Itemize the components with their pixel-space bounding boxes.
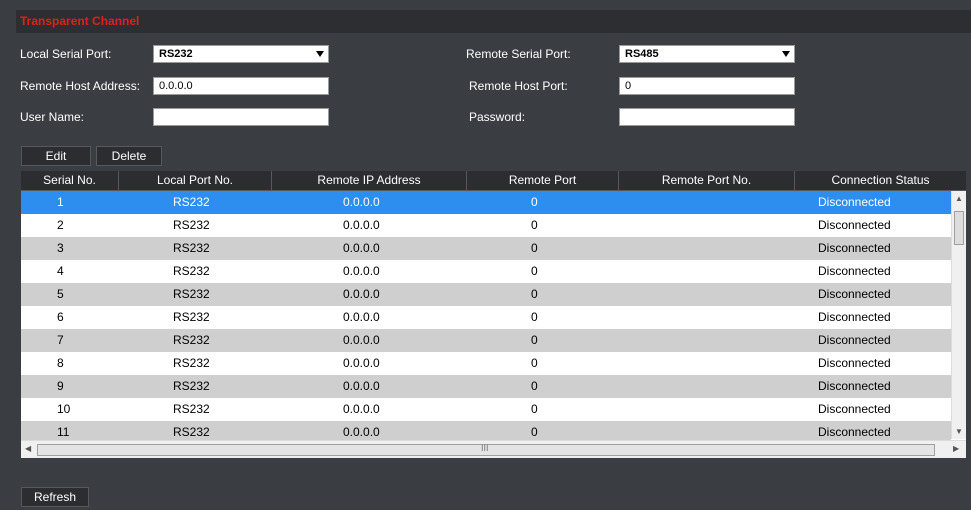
cell-remote-ip-address: 0.0.0.0	[343, 310, 380, 324]
user-name-label: User Name:	[20, 110, 85, 124]
refresh-button[interactable]: Refresh	[21, 487, 89, 507]
remote-host-address-input[interactable]: 0.0.0.0	[153, 77, 329, 95]
local-serial-port-value: RS232	[159, 48, 193, 60]
cell-remote-ip-address: 0.0.0.0	[343, 356, 380, 370]
remote-serial-port-label: Remote Serial Port:	[466, 47, 571, 61]
cell-remote-port: 0	[531, 195, 538, 209]
cell-local-port-no: RS232	[173, 287, 210, 301]
cell-connection-status: Disconnected	[818, 356, 891, 370]
cell-remote-ip-address: 0.0.0.0	[343, 333, 380, 347]
cell-serial-no: 9	[57, 379, 64, 393]
cell-connection-status: Disconnected	[818, 287, 891, 301]
vertical-scroll-thumb[interactable]	[954, 211, 964, 245]
cell-local-port-no: RS232	[173, 333, 210, 347]
scroll-up-icon[interactable]: ▲	[955, 194, 963, 203]
table-row[interactable]: 6 RS232 0.0.0.0 0 Disconnected	[21, 306, 951, 329]
table-row[interactable]: 4 RS232 0.0.0.0 0 Disconnected	[21, 260, 951, 283]
cell-local-port-no: RS232	[173, 195, 210, 209]
user-name-input[interactable]	[153, 108, 329, 126]
panel-title: Transparent Channel	[20, 14, 140, 28]
cell-remote-port: 0	[531, 379, 538, 393]
cell-remote-ip-address: 0.0.0.0	[343, 264, 380, 278]
cell-connection-status: Disconnected	[818, 241, 891, 255]
cell-connection-status: Disconnected	[818, 402, 891, 416]
scroll-left-icon[interactable]: ◀	[25, 444, 31, 453]
remote-host-port-input[interactable]: 0	[619, 77, 795, 95]
table-row[interactable]: 5 RS232 0.0.0.0 0 Disconnected	[21, 283, 951, 306]
cell-remote-port: 0	[531, 264, 538, 278]
cell-remote-ip-address: 0.0.0.0	[343, 241, 380, 255]
cell-serial-no: 6	[57, 310, 64, 324]
table-row[interactable]: 8 RS232 0.0.0.0 0 Disconnected	[21, 352, 951, 375]
vertical-scrollbar[interactable]: ▲ ▼	[951, 191, 966, 439]
cell-local-port-no: RS232	[173, 218, 210, 232]
cell-connection-status: Disconnected	[818, 379, 891, 393]
cell-local-port-no: RS232	[173, 379, 210, 393]
cell-remote-ip-address: 0.0.0.0	[343, 287, 380, 301]
panel-titlebar: Transparent Channel	[16, 10, 971, 33]
chevron-down-icon	[782, 51, 790, 57]
column-header-remote-port[interactable]: Remote Port	[467, 171, 619, 190]
table-row[interactable]: 7 RS232 0.0.0.0 0 Disconnected	[21, 329, 951, 352]
delete-button[interactable]: Delete	[96, 146, 162, 166]
cell-serial-no: 4	[57, 264, 64, 278]
cell-serial-no: 1	[57, 195, 64, 209]
horizontal-scrollbar[interactable]: ◀ III ▶	[21, 440, 966, 458]
local-serial-port-label: Local Serial Port:	[20, 47, 112, 61]
cell-local-port-no: RS232	[173, 241, 210, 255]
cell-serial-no: 2	[57, 218, 64, 232]
cell-remote-port: 0	[531, 356, 538, 370]
cell-remote-ip-address: 0.0.0.0	[343, 195, 380, 209]
scroll-right-icon[interactable]: ▶	[953, 444, 959, 453]
chevron-down-icon	[316, 51, 324, 57]
cell-connection-status: Disconnected	[818, 218, 891, 232]
cell-serial-no: 7	[57, 333, 64, 347]
table-row[interactable]: 3 RS232 0.0.0.0 0 Disconnected	[21, 237, 951, 260]
password-label: Password:	[469, 110, 526, 124]
column-header-serial-no[interactable]: Serial No.	[21, 171, 119, 190]
cell-remote-ip-address: 0.0.0.0	[343, 402, 380, 416]
table-row[interactable]: 10 RS232 0.0.0.0 0 Disconnected	[21, 398, 951, 421]
table-row[interactable]: 9 RS232 0.0.0.0 0 Disconnected	[21, 375, 951, 398]
cell-connection-status: Disconnected	[818, 310, 891, 324]
cell-remote-port: 0	[531, 402, 538, 416]
cell-connection-status: Disconnected	[818, 264, 891, 278]
remote-serial-port-value: RS485	[625, 48, 659, 60]
cell-remote-port: 0	[531, 218, 538, 232]
cell-remote-port: 0	[531, 287, 538, 301]
table-body: 1 RS232 0.0.0.0 0 Disconnected 2 RS232 0.0.0.0 0…	[21, 191, 951, 444]
cell-serial-no: 5	[57, 287, 64, 301]
table-header: Serial No. Local Port No. Remote IP Addr…	[21, 171, 966, 191]
edit-button[interactable]: Edit	[21, 146, 91, 166]
cell-connection-status: Disconnected	[818, 333, 891, 347]
remote-host-port-label: Remote Host Port:	[469, 79, 568, 93]
table-row[interactable]: 1 RS232 0.0.0.0 0 Disconnected	[21, 191, 951, 214]
cell-serial-no: 8	[57, 356, 64, 370]
cell-serial-no: 3	[57, 241, 64, 255]
scroll-down-icon[interactable]: ▼	[955, 427, 963, 436]
cell-local-port-no: RS232	[173, 310, 210, 324]
cell-connection-status: Disconnected	[818, 195, 891, 209]
horizontal-scroll-thumb[interactable]: III	[37, 443, 935, 456]
cell-remote-port: 0	[531, 241, 538, 255]
cell-local-port-no: RS232	[173, 356, 210, 370]
remote-serial-port-select[interactable]: RS485	[619, 45, 795, 63]
column-header-local-port-no[interactable]: Local Port No.	[119, 171, 272, 190]
cell-remote-ip-address: 0.0.0.0	[343, 379, 380, 393]
password-input[interactable]	[619, 108, 795, 126]
transparent-channel-table: Serial No. Local Port No. Remote IP Addr…	[21, 171, 966, 458]
column-header-connection-status[interactable]: Connection Status	[795, 171, 966, 190]
table-row[interactable]: 2 RS232 0.0.0.0 0 Disconnected	[21, 214, 951, 237]
cell-remote-port: 0	[531, 310, 538, 324]
local-serial-port-select[interactable]: RS232	[153, 45, 329, 63]
cell-remote-port: 0	[531, 333, 538, 347]
cell-local-port-no: RS232	[173, 402, 210, 416]
cell-remote-ip-address: 0.0.0.0	[343, 218, 380, 232]
scroll-grip-icon: III	[481, 443, 489, 453]
column-header-remote-ip-address[interactable]: Remote IP Address	[272, 171, 467, 190]
cell-local-port-no: RS232	[173, 264, 210, 278]
cell-serial-no: 10	[57, 402, 71, 416]
remote-host-address-label: Remote Host Address:	[20, 79, 141, 93]
column-header-remote-port-no[interactable]: Remote Port No.	[619, 171, 795, 190]
